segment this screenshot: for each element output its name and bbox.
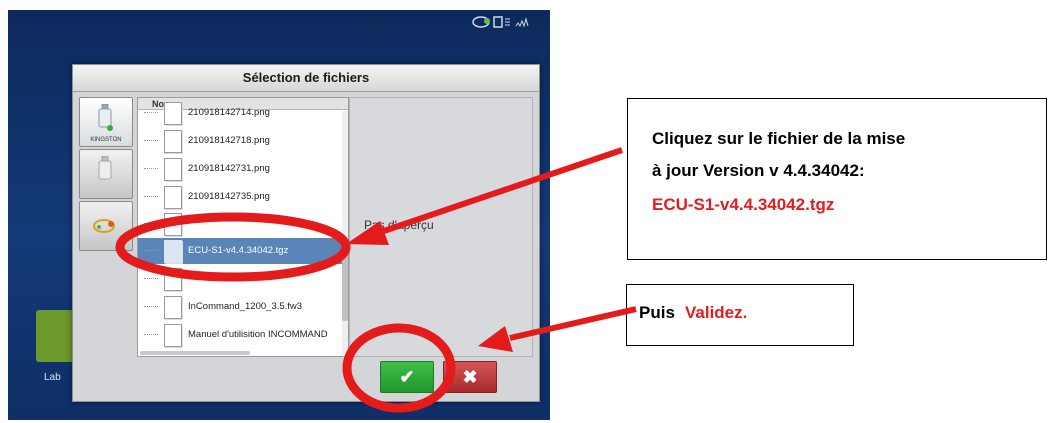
highlight-ellipse-validate (342, 323, 456, 413)
arrow-head (346, 221, 389, 245)
arrow-line (374, 147, 623, 237)
arrow-line (509, 306, 637, 341)
highlight-ellipse-file (115, 212, 351, 282)
annotation-overlay (115, 147, 637, 413)
arrow-head (478, 326, 513, 352)
